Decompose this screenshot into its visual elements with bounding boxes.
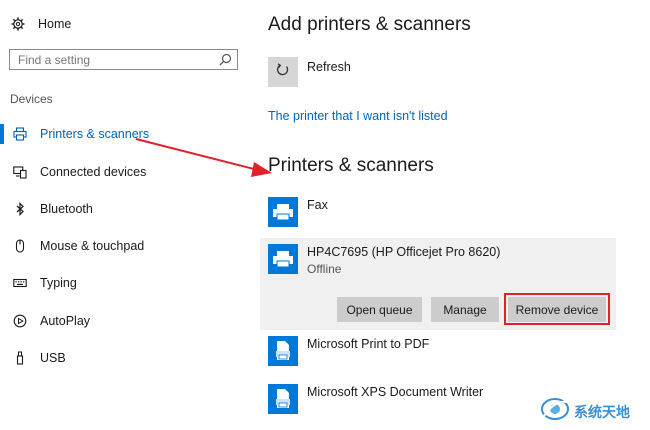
main-content: Add printers & scanners Refresh The prin…	[252, 0, 650, 430]
sidebar-item-autoplay[interactable]: AutoPlay	[12, 311, 90, 331]
device-item-hp-officejet[interactable]: HP4C7695 (HP Officejet Pro 8620) Offline	[268, 244, 500, 276]
device-status: Offline	[307, 262, 342, 276]
sidebar-item-label: AutoPlay	[40, 314, 91, 328]
document-printer-icon	[268, 336, 298, 366]
add-printers-title: Add printers & scanners	[268, 14, 471, 35]
home-nav-item[interactable]: Home	[10, 14, 71, 34]
refresh-label[interactable]: Refresh	[307, 60, 351, 74]
connected-devices-icon	[12, 164, 28, 180]
sidebar-item-label: Bluetooth	[40, 202, 93, 216]
watermark: 系统天地	[540, 396, 630, 427]
device-name: Microsoft XPS Document Writer	[307, 385, 484, 399]
autoplay-icon	[12, 313, 28, 329]
gear-icon	[10, 16, 26, 32]
mouse-icon	[12, 238, 28, 254]
sidebar-item-label: USB	[40, 351, 66, 365]
sidebar: Home Devices Printers & scanners Connect…	[0, 0, 252, 430]
printer-icon	[12, 126, 28, 142]
sidebar-item-printers-scanners[interactable]: Printers & scanners	[12, 124, 149, 144]
manage-button[interactable]: Manage	[431, 297, 499, 322]
sidebar-item-label: Printers & scanners	[40, 127, 150, 141]
watermark-logo-icon	[540, 396, 570, 427]
sidebar-item-mouse-touchpad[interactable]: Mouse & touchpad	[12, 236, 144, 256]
sidebar-item-connected-devices[interactable]: Connected devices	[12, 162, 146, 182]
device-item-fax[interactable]: Fax	[268, 197, 328, 227]
devices-section-label: Devices	[10, 92, 53, 106]
document-printer-icon	[268, 384, 298, 414]
sidebar-item-label: Typing	[40, 276, 77, 290]
home-label: Home	[38, 17, 72, 31]
watermark-text: 系统天地	[574, 403, 630, 420]
search-input[interactable]	[10, 50, 218, 69]
sidebar-item-label: Connected devices	[40, 165, 147, 179]
printers-list-title: Printers & scanners	[268, 155, 434, 176]
search-icon[interactable]	[219, 53, 232, 71]
open-queue-button[interactable]: Open queue	[337, 297, 422, 322]
keyboard-icon	[12, 275, 28, 291]
usb-icon	[12, 350, 28, 366]
refresh-icon	[275, 62, 291, 83]
device-name: Microsoft Print to PDF	[307, 337, 430, 351]
device-item-print-to-pdf[interactable]: Microsoft Print to PDF	[268, 336, 429, 366]
device-name: Fax	[307, 198, 328, 212]
printer-icon	[268, 197, 298, 227]
device-name: HP4C7695 (HP Officejet Pro 8620)	[307, 245, 501, 259]
sidebar-item-usb[interactable]: USB	[12, 348, 66, 368]
sidebar-item-bluetooth[interactable]: Bluetooth	[12, 199, 93, 219]
sidebar-item-label: Mouse & touchpad	[40, 239, 145, 253]
printer-icon	[268, 244, 298, 274]
printer-not-listed-link[interactable]: The printer that I want isn't listed	[268, 109, 448, 123]
device-item-xps-writer[interactable]: Microsoft XPS Document Writer	[268, 384, 483, 414]
refresh-button[interactable]	[268, 57, 298, 87]
sidebar-item-typing[interactable]: Typing	[12, 273, 77, 293]
active-indicator	[0, 124, 4, 144]
search-box[interactable]	[9, 49, 238, 70]
remove-device-highlight-box	[504, 293, 610, 325]
bluetooth-icon	[12, 201, 28, 217]
